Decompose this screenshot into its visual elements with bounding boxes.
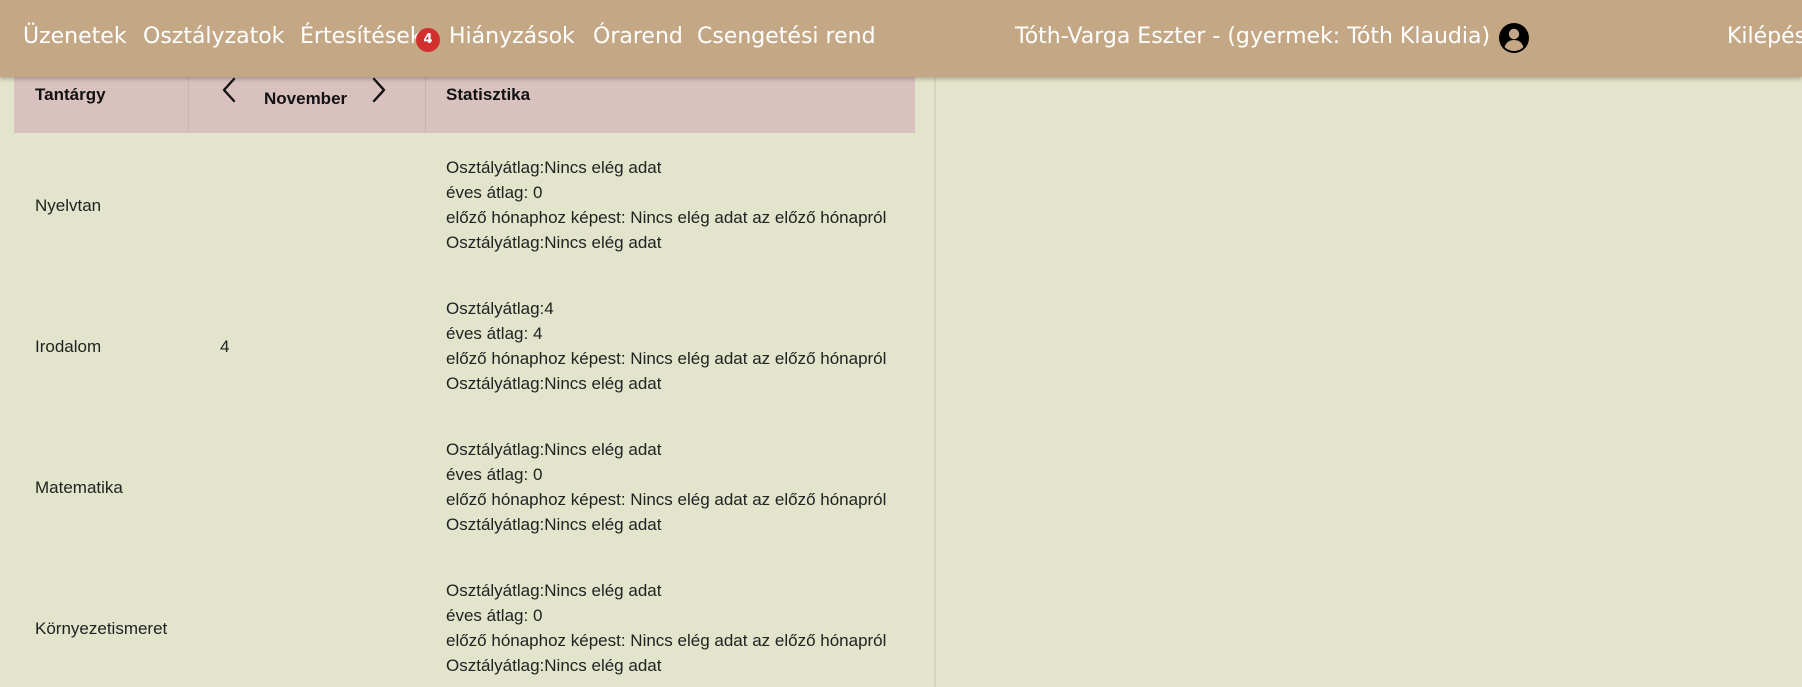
stat-class-average: Osztályátlag:Nincs elég adat (446, 656, 662, 675)
user-name: Tóth-Varga Eszter - (gyermek: Tóth Klaud… (1015, 24, 1491, 49)
stat-previous-month: előző hónaphoz képest: Nincs elég adat a… (446, 631, 887, 650)
subject-name: Matematika (35, 478, 123, 497)
nav-timetable[interactable]: Órarend (593, 22, 683, 52)
statistics-column-header: Statisztika (446, 85, 531, 104)
subject-name: Nyelvtan (35, 196, 102, 215)
previous-month-button[interactable] (218, 77, 242, 103)
statistics-cell: Osztályátlag:Nincs elég adat éves átlag:… (446, 578, 886, 678)
nav-notifications[interactable]: Értesítések (300, 22, 423, 52)
logout-link[interactable]: Kilépés (1727, 22, 1802, 52)
nav-absences[interactable]: Hiányzások (449, 22, 575, 52)
column-divider (188, 77, 189, 133)
statistics-cell: Osztályátlag:Nincs elég adat éves átlag:… (446, 437, 886, 537)
statistics-cell: Osztályátlag:Nincs elég adat éves átlag:… (446, 155, 886, 255)
stat-class-average: Osztályátlag:Nincs elég adat (446, 581, 662, 600)
stat-previous-month: előző hónaphoz képest: Nincs elég adat a… (446, 208, 887, 227)
account-circle-icon[interactable] (1498, 22, 1530, 54)
stat-class-average: Osztályátlag:Nincs elég adat (446, 374, 662, 393)
notification-count-badge: 4 (416, 28, 440, 52)
next-month-button[interactable] (366, 77, 390, 103)
chevron-right-icon (372, 77, 386, 103)
stat-class-average: Osztályátlag:Nincs elég adat (446, 233, 662, 252)
top-navbar: Üzenetek Osztályzatok Értesítések 4 Hián… (0, 0, 1802, 77)
subject-name: Irodalom (35, 337, 102, 356)
stat-class-average: Osztályátlag:4 (446, 299, 554, 318)
stat-yearly-average: éves átlag: 0 (446, 183, 543, 202)
stat-previous-month: előző hónaphoz képest: Nincs elég adat a… (446, 349, 887, 368)
column-divider (425, 77, 426, 133)
stat-previous-month: előző hónaphoz képest: Nincs elég adat a… (446, 490, 887, 509)
stat-class-average: Osztályátlag:Nincs elég adat (446, 440, 662, 459)
nav-messages[interactable]: Üzenetek (23, 22, 127, 52)
stat-class-average: Osztályátlag:Nincs elég adat (446, 515, 662, 534)
statistics-cell: Osztályátlag:4 éves átlag: 4 előző hónap… (446, 296, 886, 396)
stat-yearly-average: éves átlag: 0 (446, 465, 543, 484)
stat-yearly-average: éves átlag: 0 (446, 606, 543, 625)
subject-column-header: Tantárgy (35, 85, 106, 104)
subject-name: Környezetismeret (35, 619, 168, 638)
grade-value: 4 (220, 337, 230, 356)
stat-yearly-average: éves átlag: 4 (446, 324, 543, 343)
stat-class-average: Osztályátlag:Nincs elég adat (446, 158, 662, 177)
nav-bell-schedule[interactable]: Csengetési rend (697, 22, 876, 52)
month-label: November (264, 89, 348, 108)
nav-grades[interactable]: Osztályzatok (143, 22, 284, 52)
chevron-left-icon (222, 77, 236, 103)
